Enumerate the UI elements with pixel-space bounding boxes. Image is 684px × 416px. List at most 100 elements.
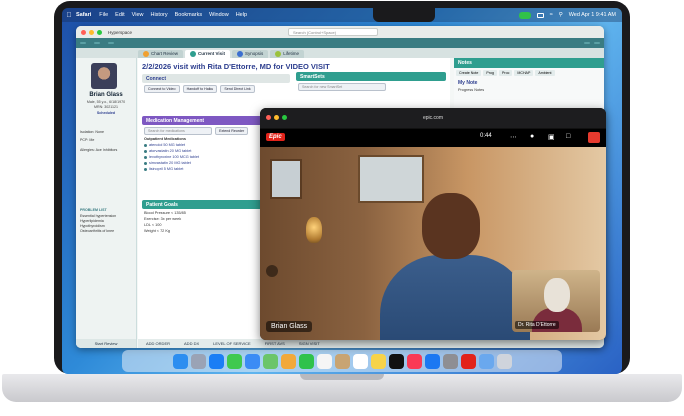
add-dx-button[interactable]: ADD DX (184, 341, 199, 346)
trash-icon[interactable] (496, 353, 512, 369)
calendar-icon[interactable] (316, 353, 332, 369)
toolbar-chip[interactable] (584, 42, 590, 44)
camera-icon[interactable]: ▣ (548, 133, 555, 141)
downloads-folder-icon[interactable] (478, 353, 494, 369)
close-window-icon[interactable] (266, 115, 271, 120)
notes-tab[interactable]: Ambient (535, 70, 555, 76)
visit-action-bar: ADD ORDER ADD DX LEVEL OF SERVICE FIRST … (138, 339, 604, 348)
share-screen-icon[interactable]: □ (566, 133, 570, 140)
menu-file[interactable]: File (99, 12, 108, 18)
tab-lifetime[interactable]: Lifetime (270, 50, 304, 58)
minimize-window-icon[interactable] (89, 29, 94, 35)
menu-help[interactable]: Help (236, 12, 247, 18)
menu-bookmarks[interactable]: Bookmarks (175, 12, 203, 18)
medication-search-input[interactable]: Search for medications (144, 127, 212, 135)
toolbar-chip[interactable] (80, 42, 86, 44)
patient-avatar (91, 63, 117, 89)
mail-icon[interactable] (244, 353, 260, 369)
video-call-window: epic.com Epic 0:44 ⋯ ● ▣ □ Brian Glass D… (260, 108, 606, 340)
tab-label: Lifetime (283, 51, 299, 57)
facetime-active-icon[interactable] (518, 11, 531, 19)
notes-tab[interactable]: MCHAP (514, 70, 534, 76)
end-call-button[interactable] (588, 132, 600, 143)
start-review-button[interactable]: Start Review (76, 339, 136, 348)
smartsets-search-row: Search for new SmartSet (298, 83, 444, 91)
notes-tab[interactable]: Prog (483, 70, 497, 76)
menu-bar:  Safari File Edit View History Bookmark… (62, 8, 622, 22)
facetime-icon[interactable] (298, 353, 314, 369)
send-direct-link-button[interactable]: Send Direct Link (220, 85, 255, 93)
menu-history[interactable]: History (150, 12, 167, 18)
microphone-icon[interactable]: ● (530, 133, 534, 140)
clock[interactable]: Wed Apr 1 9:41 AM (569, 12, 616, 18)
tab-synopsis[interactable]: Synopsis (231, 50, 269, 58)
sign-visit-button[interactable]: SIGN VISIT (299, 341, 320, 346)
self-view-pip[interactable]: Dr. Rita D'Ettorre (512, 270, 600, 332)
menu-app-name[interactable]: Safari (76, 12, 91, 18)
launchpad-icon[interactable] (190, 353, 206, 369)
finder-icon[interactable] (172, 353, 188, 369)
battery-icon[interactable] (536, 12, 544, 18)
main-caller-name: Brian Glass (266, 321, 313, 332)
messages-icon[interactable] (226, 353, 242, 369)
problem-item[interactable]: Hypothyroidism (80, 224, 105, 228)
laptop-screen:  Safari File Edit View History Bookmark… (62, 8, 622, 374)
problem-item[interactable]: Hyperlipidemia (80, 219, 104, 223)
smartsets-heading[interactable]: SmartSets (296, 72, 446, 81)
tab-current-visit[interactable]: Current Visit (185, 50, 230, 58)
add-order-button[interactable]: ADD ORDER (146, 341, 170, 346)
epic-search-input[interactable]: Search (Control+Space) (288, 28, 378, 36)
first-avs-button[interactable]: FIRST AVS (265, 341, 285, 346)
tab-chart-review[interactable]: Chart Review (138, 50, 184, 58)
apple-menu-icon[interactable]:  (62, 12, 76, 19)
wifi-icon[interactable]: ≈ (550, 12, 553, 18)
zoom-window-icon[interactable] (282, 115, 287, 120)
contacts-icon[interactable] (334, 353, 350, 369)
participants-icon[interactable]: ⋯ (510, 133, 517, 141)
notes-heading[interactable]: Notes (454, 58, 604, 68)
note-type[interactable]: Progress Notes (458, 88, 602, 92)
patient-pcp: PCP: Me (80, 138, 95, 142)
reminders-icon[interactable] (352, 353, 368, 369)
close-window-icon[interactable] (81, 29, 86, 35)
menu-view[interactable]: View (132, 12, 144, 18)
camera-switch-icon[interactable] (266, 265, 278, 277)
connect-heading[interactable]: Connect (142, 74, 290, 83)
call-controls: Epic 0:44 ⋯ ● ▣ □ (260, 129, 606, 147)
menu-bar-status: ≈ ⚲ Wed Apr 1 9:41 AM (518, 8, 616, 22)
toolbar-chip[interactable] (594, 42, 600, 44)
browser-toolbar: epic.com (260, 108, 606, 128)
zoom-window-icon[interactable] (97, 29, 102, 35)
maps-icon[interactable] (262, 353, 278, 369)
toolbar-chip[interactable] (108, 42, 114, 44)
level-of-service-button[interactable]: LEVEL OF SERVICE (213, 341, 251, 346)
pip-person-head (544, 278, 570, 312)
search-icon[interactable]: ⚲ (559, 12, 563, 18)
app-store-icon[interactable] (424, 353, 440, 369)
tab-label: Chart Review (151, 51, 179, 57)
menu-window[interactable]: Window (209, 12, 229, 18)
tv-icon[interactable] (388, 353, 404, 369)
connect-to-video-button[interactable]: Connect to Video (144, 85, 180, 93)
address-bar[interactable]: epic.com (388, 113, 478, 123)
smartset-search-input[interactable]: Search for new SmartSet (298, 83, 386, 91)
epic-dock-icon[interactable] (460, 353, 476, 369)
settings-icon[interactable] (442, 353, 458, 369)
safari-icon[interactable] (208, 353, 224, 369)
notes-icon[interactable] (370, 353, 386, 369)
minimize-window-icon[interactable] (274, 115, 279, 120)
goal-label: Blood Pressure < 135/85 (144, 211, 186, 215)
photos-icon[interactable] (280, 353, 296, 369)
camera-notch (373, 8, 435, 22)
notes-tab[interactable]: Proc (498, 70, 513, 76)
menu-edit[interactable]: Edit (115, 12, 124, 18)
problem-item[interactable]: Osteoarthritis of knee (80, 229, 114, 233)
visit-title: 2/2/2026 visit with Rita D'Ettorre, MD f… (142, 62, 330, 71)
handoff-button[interactable]: Handoff to Haiku (182, 85, 218, 93)
notes-tab[interactable]: Create Note (456, 70, 482, 76)
problem-item[interactable]: Essential hypertension (80, 214, 116, 218)
my-note-title[interactable]: My Note (458, 80, 600, 86)
music-icon[interactable] (406, 353, 422, 369)
extend-reorder-button[interactable]: Extend Reorder (215, 127, 249, 135)
toolbar-chip[interactable] (94, 42, 100, 44)
